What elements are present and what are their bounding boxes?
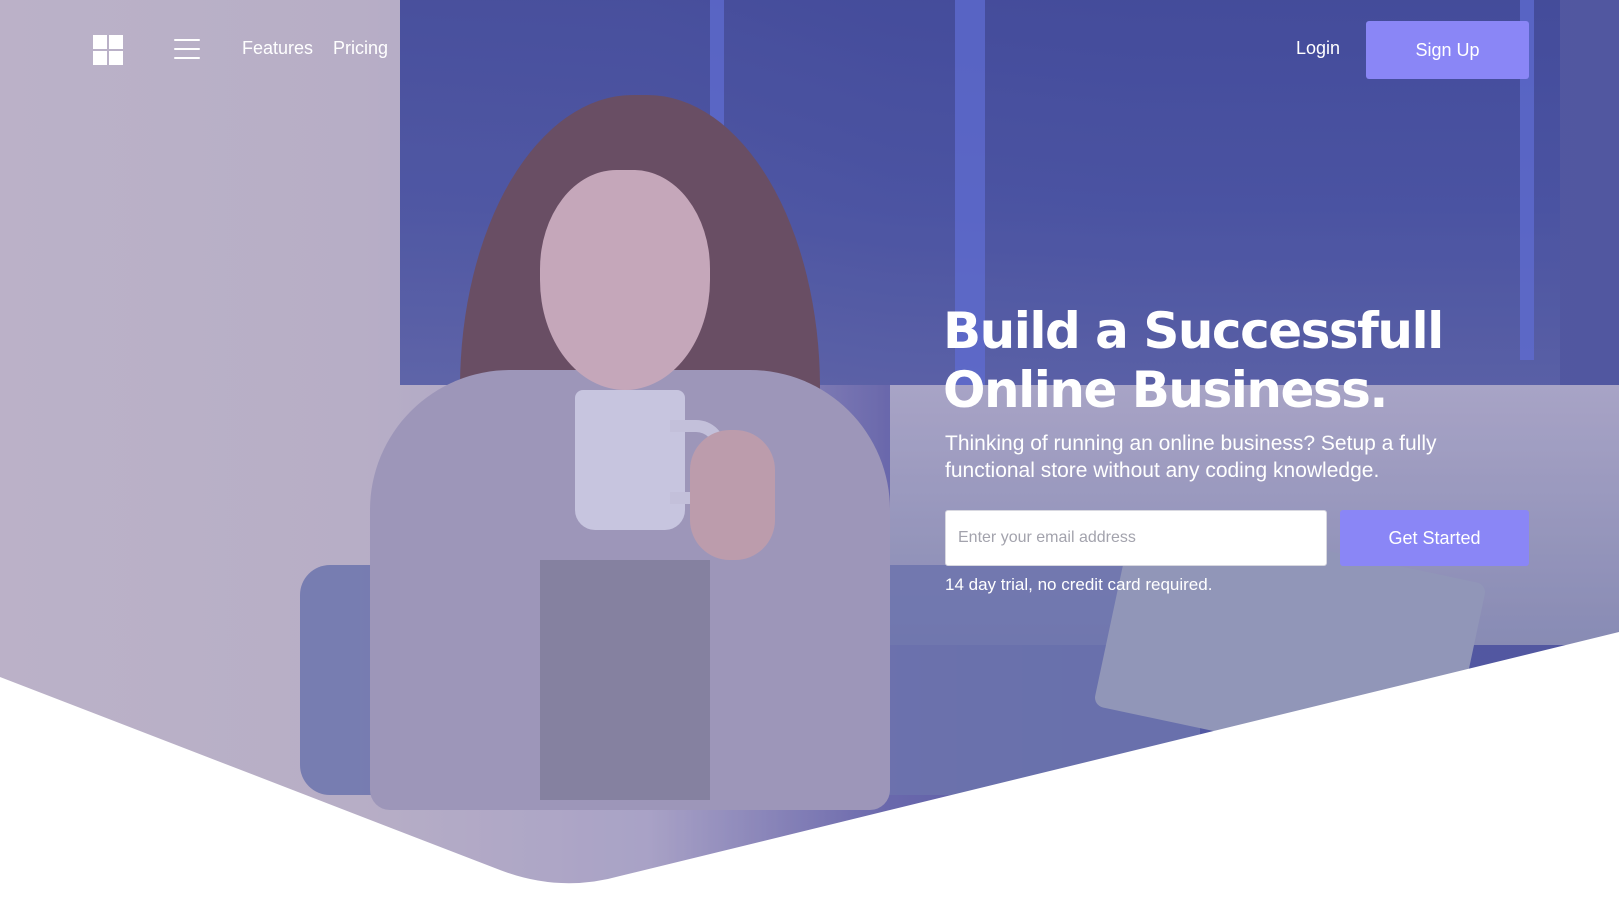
email-input[interactable] [945,510,1327,566]
get-started-button[interactable]: Get Started [1340,510,1529,566]
nav-link-features[interactable]: Features [242,38,313,59]
windows-grid-icon[interactable] [93,35,123,65]
hero-headline-line-2: Online Business. [943,361,1388,419]
login-link[interactable]: Login [1296,38,1340,59]
hero-subtext: Thinking of running an online business? … [945,432,1437,482]
trial-note: 14 day trial, no credit card required. [945,575,1213,594]
hamburger-menu-icon[interactable] [174,39,200,61]
hero-headline: Build a Successfull Online Business. [943,302,1563,420]
site-header: Features Pricing Login Sign Up [0,0,1619,100]
nav-link-pricing[interactable]: Pricing [333,38,388,59]
hero-headline-line-1: Build a Successfull [943,302,1444,360]
signup-button[interactable]: Sign Up [1366,21,1529,79]
